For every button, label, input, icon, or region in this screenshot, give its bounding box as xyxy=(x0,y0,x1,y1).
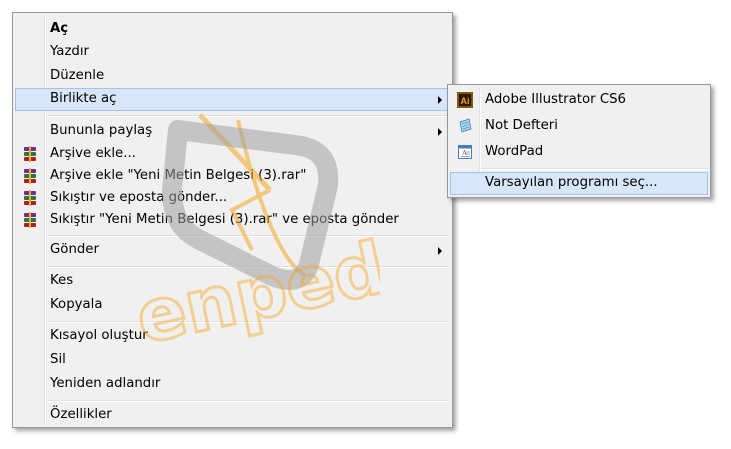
submenu-arrow-icon xyxy=(438,128,442,136)
open-with-submenu: Ai Adobe Illustrator CS6 Not Defteri A W… xyxy=(447,84,711,198)
menu-item-label: Yeniden adlandır xyxy=(50,376,161,391)
menu-item-rename[interactable]: Yeniden adlandır xyxy=(15,373,450,396)
menu-item-edit[interactable]: Düzenle xyxy=(15,65,450,88)
menu-separator xyxy=(481,168,708,170)
context-menu: Aç Yazdır Düzenle Birlikte aç Bununla pa… xyxy=(12,12,453,428)
menu-item-label: Sıkıştır ve eposta gönder... xyxy=(50,190,228,205)
menu-item-compress-and-email[interactable]: Sıkıştır ve eposta gönder... xyxy=(15,187,450,210)
menu-separator xyxy=(46,115,450,117)
menu-item-label: Kes xyxy=(50,273,74,288)
menu-item-label: WordPad xyxy=(485,144,544,159)
notepad-icon xyxy=(459,118,472,133)
svg-text:A: A xyxy=(462,149,467,157)
menu-item-label: Sıkıştır "Yeni Metin Belgesi (3).rar" ve… xyxy=(50,212,399,227)
submenu-item-wordpad[interactable]: A WordPad xyxy=(450,141,708,164)
menu-item-print[interactable]: Yazdır xyxy=(15,41,450,64)
winrar-icon xyxy=(24,190,36,206)
menu-item-open-with[interactable]: Birlikte aç xyxy=(15,88,450,111)
menu-item-label: Aç xyxy=(50,21,69,36)
submenu-item-choose-default-program[interactable]: Varsayılan programı seç... xyxy=(450,172,708,195)
menu-item-label: Arşive ekle... xyxy=(50,146,136,161)
menu-item-label: Arşive ekle "Yeni Metin Belgesi (3).rar" xyxy=(50,168,307,183)
menu-item-label: Sil xyxy=(50,352,66,367)
menu-item-copy[interactable]: Kopyala xyxy=(15,294,450,317)
winrar-icon xyxy=(24,212,36,228)
menu-item-label: Kısayol oluştur xyxy=(50,328,148,343)
menu-item-label: Düzenle xyxy=(50,68,105,83)
menu-item-compress-named-and-email[interactable]: Sıkıştır "Yeni Metin Belgesi (3).rar" ve… xyxy=(15,209,450,232)
menu-item-delete[interactable]: Sil xyxy=(15,349,450,372)
svg-text:Ai: Ai xyxy=(461,96,470,106)
winrar-icon xyxy=(24,168,36,184)
menu-item-label: Adobe Illustrator CS6 xyxy=(485,92,627,107)
menu-item-properties[interactable]: Özellikler xyxy=(15,404,450,427)
submenu-arrow-icon xyxy=(438,96,442,104)
wordpad-icon: A xyxy=(458,145,472,159)
menu-item-label: Varsayılan programı seç... xyxy=(485,175,658,190)
menu-separator xyxy=(46,235,450,237)
menu-item-share-with[interactable]: Bununla paylaş xyxy=(15,120,450,143)
menu-separator xyxy=(46,266,450,268)
menu-item-label: Gönder xyxy=(50,242,99,257)
menu-item-label: Özellikler xyxy=(50,407,112,422)
submenu-arrow-icon xyxy=(438,247,442,255)
menu-item-label: Not Defteri xyxy=(485,118,558,133)
menu-separator xyxy=(46,400,450,402)
menu-item-label: Birlikte aç xyxy=(50,91,117,106)
menu-item-label: Kopyala xyxy=(50,297,103,312)
submenu-item-illustrator[interactable]: Ai Adobe Illustrator CS6 xyxy=(450,89,708,112)
menu-item-send-to[interactable]: Gönder xyxy=(15,239,450,262)
menu-item-cut[interactable]: Kes xyxy=(15,270,450,293)
menu-item-label: Bununla paylaş xyxy=(50,123,153,138)
illustrator-icon: Ai xyxy=(457,92,473,108)
menu-item-add-to-named-archive[interactable]: Arşive ekle "Yeni Metin Belgesi (3).rar" xyxy=(15,165,450,188)
menu-item-add-to-archive[interactable]: Arşive ekle... xyxy=(15,143,450,166)
menu-item-open[interactable]: Aç xyxy=(15,18,450,41)
menu-separator xyxy=(46,321,450,323)
menu-item-label: Yazdır xyxy=(50,44,90,59)
winrar-icon xyxy=(24,146,36,162)
submenu-item-notepad[interactable]: Not Defteri xyxy=(450,115,708,138)
menu-item-create-shortcut[interactable]: Kısayol oluştur xyxy=(15,325,450,348)
